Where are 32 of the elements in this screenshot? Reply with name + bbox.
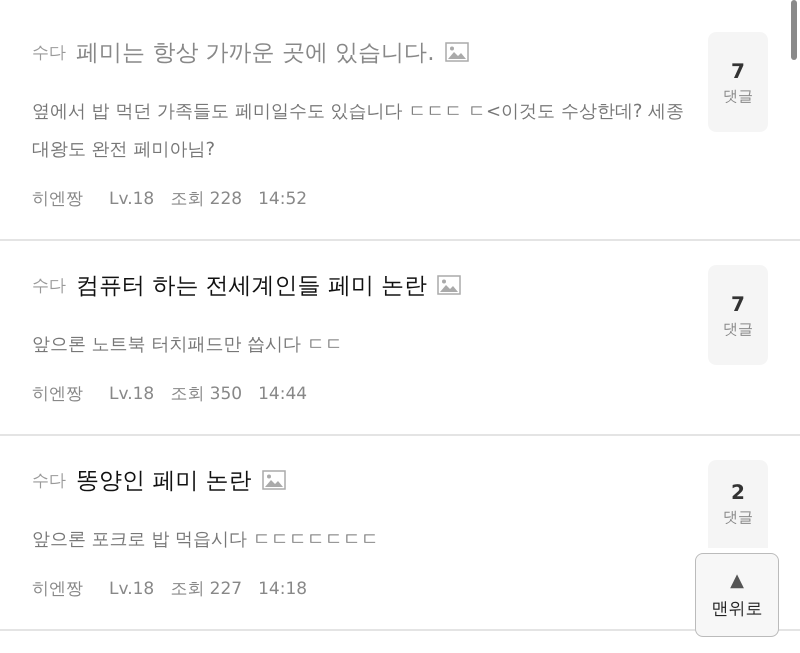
user-level: Lv.18 <box>109 578 154 601</box>
comment-count-box[interactable]: 7 댓글 <box>708 32 768 132</box>
category-label: 수다 <box>32 274 66 296</box>
user-level: Lv.18 <box>109 188 154 211</box>
post-time: 14:44 <box>258 383 308 406</box>
post-title[interactable]: 페미는 항상 가까운 곳에 있습니다. <box>76 36 435 68</box>
category-label: 수다 <box>32 42 66 64</box>
comment-label: 댓글 <box>723 508 753 527</box>
view-count: 조회 227 <box>170 578 242 601</box>
scrollbar <box>791 0 797 60</box>
author-name: 히엔짱 <box>32 578 83 601</box>
post-preview: 옆에서 밥 먹던 가족들도 페미일수도 있습니다 ㄷㄷㄷ ㄷ<이것도 수상한데? 세종대왕도 완전 페미아님? <box>32 100 686 162</box>
post-title[interactable]: 똥양인 페미 논란 <box>76 464 252 496</box>
comment-count: 7 <box>731 292 745 316</box>
view-count: 조회 350 <box>170 383 242 406</box>
view-count: 조회 228 <box>170 188 242 211</box>
post-time: 14:18 <box>258 578 308 601</box>
category-label: 수다 <box>32 470 66 492</box>
post-preview: 앞으론 포크로 밥 먹읍시다 ㄷㄷㄷㄷㄷㄷㄷ <box>32 528 380 552</box>
comment-count: 2 <box>731 480 745 504</box>
comment-count: 7 <box>731 58 745 82</box>
comment-label: 댓글 <box>723 86 753 106</box>
post-preview: 앞으론 노트북 터치패드만 씁시다 ㄷㄷ <box>32 333 344 357</box>
comment-count-box[interactable]: 7 댓글 <box>708 265 768 365</box>
comment-label: 댓글 <box>723 320 753 338</box>
author-name: 히엔짱 <box>32 188 83 211</box>
user-level: Lv.18 <box>109 383 154 406</box>
post-time: 14:52 <box>258 188 308 211</box>
post-title[interactable]: 컴퓨터 하는 전세계인들 페미 논란 <box>76 270 428 300</box>
comment-count-box[interactable]: 2 댓글 <box>708 460 768 548</box>
author-name: 히엔짱 <box>32 383 83 406</box>
back-to-top-button[interactable]: ▲ 맨위로 <box>695 553 779 637</box>
